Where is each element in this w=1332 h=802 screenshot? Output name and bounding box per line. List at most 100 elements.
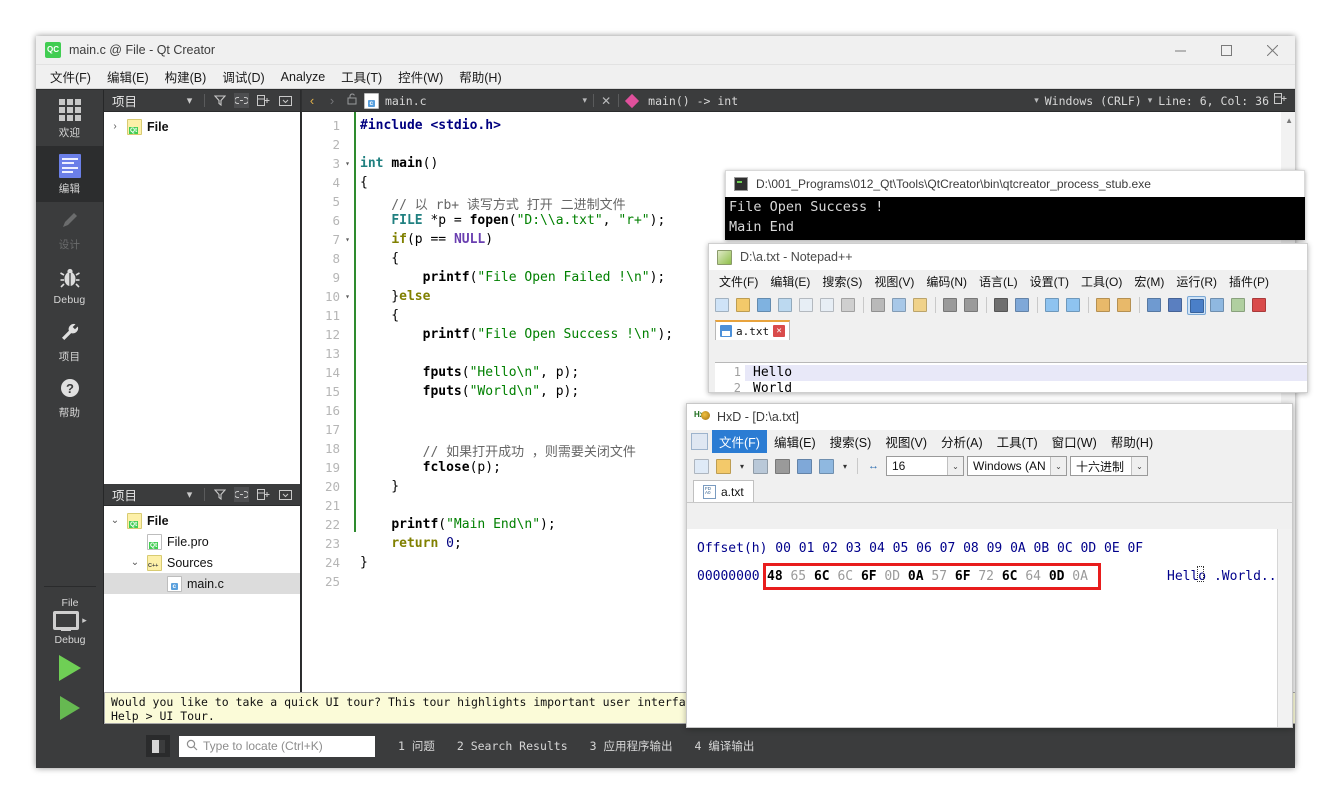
expand-arrow-icon[interactable]: ⌄ (128, 557, 142, 568)
bytes-per-row-icon[interactable]: ↔ (864, 457, 883, 476)
open-diskimage-icon[interactable] (817, 457, 836, 476)
unlock-icon[interactable] (342, 93, 362, 108)
link-icon[interactable] (234, 93, 249, 108)
npp-menu-6[interactable]: 设置(T) (1024, 272, 1075, 291)
collapse-all-icon[interactable] (256, 487, 271, 502)
locator-input[interactable]: Type to locate (Ctrl+K) (179, 735, 375, 757)
maximize-button[interactable] (1203, 36, 1249, 65)
redo-icon[interactable] (962, 296, 981, 315)
word-wrap-icon[interactable] (1145, 296, 1164, 315)
save-doc-icon[interactable] (751, 457, 770, 476)
new-file-icon[interactable] (713, 296, 732, 315)
navigate-back-icon[interactable]: ‹ (302, 93, 322, 108)
minimize-button[interactable] (1157, 36, 1203, 65)
record-macro-icon[interactable] (1250, 296, 1269, 315)
save-all-icon[interactable] (776, 296, 795, 315)
chevron-down-icon[interactable]: ▾ (182, 93, 197, 108)
open-doc-icon[interactable] (714, 457, 733, 476)
sync-scroll-h-icon[interactable] (1115, 296, 1134, 315)
close-document-icon[interactable]: ✕ (594, 94, 618, 108)
notepadpp-text-area[interactable]: 1Hello2World3 (715, 362, 1307, 392)
tree-item-file-pro[interactable]: File.pro (104, 531, 300, 552)
new-doc-icon[interactable] (692, 457, 711, 476)
expand-arrow-icon[interactable]: ⌄ (108, 515, 122, 526)
notepadpp-tab-a-txt[interactable]: a.txt ✕ (715, 320, 791, 340)
chevron-down-icon[interactable]: ▾ (182, 487, 197, 502)
output-pane-4[interactable]: 4 编译输出 (684, 738, 766, 754)
tree-item-main-c[interactable]: main.c (104, 573, 300, 594)
hxd-menu-3[interactable]: 视图(V) (878, 430, 934, 453)
chevron-down-icon[interactable]: ⌄ (1131, 457, 1147, 475)
filter-icon[interactable] (212, 487, 227, 502)
qt-menu-0[interactable]: 文件(F) (42, 65, 99, 88)
npp-menu-10[interactable]: 插件(P) (1223, 272, 1275, 291)
file-dropdown-icon[interactable]: ▾ (577, 95, 594, 106)
qt-menu-4[interactable]: Analyze (273, 68, 333, 86)
hxd-scrollbar[interactable] (1277, 529, 1292, 727)
project-tree-bottom[interactable]: ⌄ File File.pro ⌄ Sources main.c (104, 506, 300, 594)
fold-marker-icon[interactable]: ▾ (342, 235, 353, 244)
fold-marker-icon[interactable]: ▾ (342, 159, 353, 168)
paste-icon[interactable] (911, 296, 930, 315)
hxd-menu-0[interactable]: 文件(F) (712, 430, 767, 453)
replace-icon[interactable] (1013, 296, 1032, 315)
mode-button-4[interactable]: 项目 (36, 314, 103, 370)
npp-menu-3[interactable]: 视图(V) (868, 272, 920, 291)
output-pane-3[interactable]: 3 应用程序输出 (579, 738, 684, 754)
hxd-menu-5[interactable]: 工具(T) (990, 430, 1045, 453)
encoding-dropdown-icon[interactable]: ▾ (1142, 95, 1159, 106)
number-base-combo[interactable]: 十六进制 ⌄ (1070, 456, 1148, 476)
symbol-selector[interactable]: main() -> int (619, 93, 738, 108)
open-dropdown-icon[interactable]: ▾ (736, 457, 748, 475)
mode-button-2[interactable]: 设计 (36, 202, 103, 258)
npp-menu-0[interactable]: 文件(F) (713, 272, 764, 291)
hxd-menu-2[interactable]: 搜索(S) (823, 430, 879, 453)
mode-button-1[interactable]: 编辑 (36, 146, 103, 202)
output-pane-2[interactable]: 2 Search Results (446, 739, 579, 753)
indent-guide-icon[interactable] (1187, 295, 1206, 315)
hxd-menu-4[interactable]: 分析(A) (934, 430, 990, 453)
expand-arrow-icon[interactable]: › (108, 121, 122, 132)
menu-box-icon[interactable] (278, 487, 293, 502)
close-all-icon[interactable] (818, 296, 837, 315)
show-all-chars-icon[interactable] (1166, 296, 1185, 315)
hxd-menu-1[interactable]: 编辑(E) (767, 430, 823, 453)
tree-item-file[interactable]: ⌄ File (104, 510, 300, 531)
close-button[interactable] (1249, 36, 1295, 65)
hxd-ascii-column[interactable]: Hello .World.. (1167, 569, 1277, 584)
npp-menu-9[interactable]: 运行(R) (1170, 272, 1223, 291)
navigate-forward-icon[interactable]: › (322, 93, 342, 108)
output-pane-1[interactable]: 1 问题 (387, 738, 446, 754)
mode-button-0[interactable]: 欢迎 (36, 90, 103, 146)
npp-menu-2[interactable]: 搜索(S) (816, 272, 868, 291)
bytes-per-row-combo[interactable]: 16 ⌄ (886, 456, 964, 476)
hxd-menu-7[interactable]: 帮助(H) (1104, 430, 1160, 453)
close-file-icon[interactable] (797, 296, 816, 315)
qt-menu-6[interactable]: 控件(W) (390, 65, 451, 88)
hxd-tab-a-txt[interactable]: FD A0 a.txt (693, 480, 754, 502)
hxd-menu-6[interactable]: 窗口(W) (1045, 430, 1104, 453)
npp-menu-4[interactable]: 编码(N) (920, 272, 973, 291)
open-ram-icon[interactable] (773, 457, 792, 476)
mode-button-5[interactable]: ? 帮助 (36, 370, 103, 426)
cut-icon[interactable] (869, 296, 888, 315)
zoom-in-icon[interactable] (1043, 296, 1062, 315)
open-disk-icon[interactable] (795, 457, 814, 476)
npp-menu-1[interactable]: 编辑(E) (764, 272, 816, 291)
filter-icon[interactable] (212, 93, 227, 108)
project-tree-top[interactable]: › File (104, 112, 300, 137)
encoding-combo[interactable]: Windows (AN ⌄ (967, 456, 1067, 476)
split-editor-icon[interactable] (1269, 93, 1291, 108)
run-button[interactable] (36, 648, 104, 688)
qt-menu-3[interactable]: 调试(D) (214, 65, 272, 88)
tab-close-icon[interactable]: ✕ (773, 325, 786, 337)
link-icon[interactable] (234, 487, 249, 502)
qt-menu-7[interactable]: 帮助(H) (451, 65, 509, 88)
user-language-icon[interactable] (1208, 296, 1227, 315)
open-file-icon[interactable] (734, 296, 753, 315)
kit-selector[interactable]: File ▸ Debug (36, 593, 104, 646)
qt-menu-5[interactable]: 工具(T) (333, 65, 390, 88)
npp-menu-5[interactable]: 语言(L) (973, 272, 1024, 291)
copy-icon[interactable] (890, 296, 909, 315)
save-icon[interactable] (755, 296, 774, 315)
